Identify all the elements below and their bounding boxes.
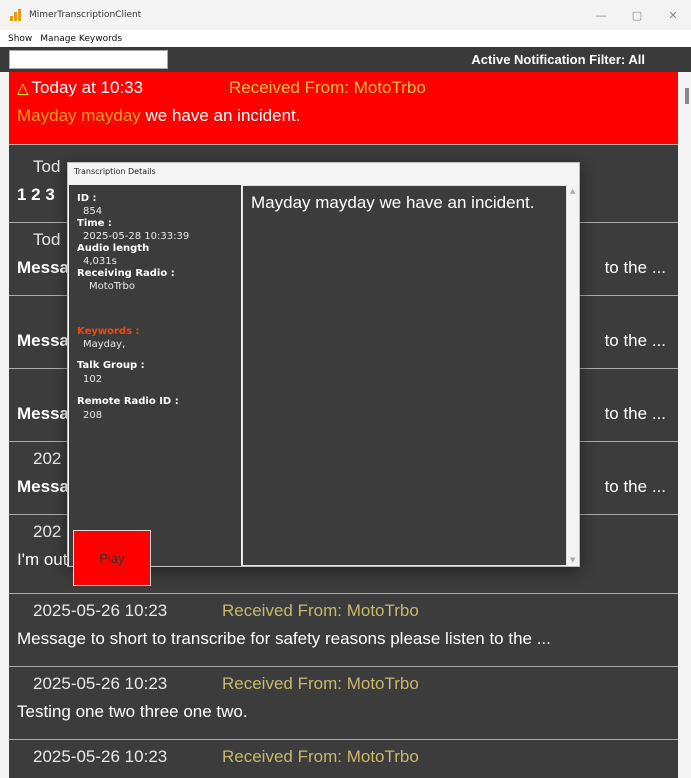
filter-bar: Active Notification Filter: All (0, 47, 691, 72)
item-message-end: to the ... (604, 331, 666, 350)
title-bar: MimerTranscriptionClient — ▢ ✕ (0, 0, 691, 30)
details-panel: ID : 854 Time : 2025-05-28 10:33:39 Audi… (69, 185, 241, 586)
scroll-up-icon[interactable]: ▲ (570, 187, 575, 195)
id-value: 854 (83, 206, 103, 217)
list-scrollbar-thumb[interactable] (685, 88, 689, 104)
warning-icon: △ (17, 80, 29, 97)
app-logo-icon (10, 9, 24, 21)
app-window: MimerTranscriptionClient — ▢ ✕ Show Mana… (0, 0, 691, 778)
menu-manage-keywords[interactable]: Manage Keywords (36, 34, 126, 44)
transcript-panel[interactable]: Mayday mayday we have an incident. (242, 185, 567, 566)
item-message: Messa (17, 477, 69, 496)
item-time: 202 (33, 522, 62, 541)
item-message-end: to the ... (604, 477, 666, 496)
item-message: I'm out. (17, 550, 73, 569)
item-message: 1 2 3 (17, 185, 55, 204)
list-item[interactable]: 2025-05-26 10:23 Received From: MotoTrbo… (9, 668, 678, 740)
list-scrollbar[interactable] (678, 72, 691, 778)
item-message: Messa (17, 404, 69, 423)
receiving-radio-value: MotoTrbo (89, 281, 136, 292)
list-item[interactable]: 2025-05-26 10:23 Received From: MotoTrbo (9, 741, 678, 778)
item-message: Testing one two three one two. (17, 702, 248, 721)
item-time: 202 (33, 449, 62, 468)
time-label: Time : (77, 218, 112, 229)
talk-group-value: 102 (83, 374, 103, 385)
remote-radio-id-label: Remote Radio ID : (77, 396, 179, 407)
transcript-scrollbar[interactable]: ▲ ▼ (568, 185, 579, 566)
item-time: Tod (33, 230, 61, 249)
window-controls: — ▢ ✕ (583, 0, 691, 30)
item-time: 2025-05-26 10:23 (33, 747, 168, 766)
item-from: Received From: MotoTrbo (222, 747, 419, 766)
transcription-details-dialog: Transcription Details ID : 854 Time : 20… (67, 162, 580, 586)
maximize-button[interactable]: ▢ (619, 0, 655, 30)
scroll-down-icon[interactable]: ▼ (570, 556, 575, 564)
item-message: Messa (17, 331, 69, 350)
item-time: 2025-05-26 10:23 (33, 674, 168, 693)
item-message: Mayday mayday we have an incident. (17, 106, 301, 125)
transcript-text: Mayday mayday we have an incident. (251, 193, 535, 212)
item-message-end: to the ... (604, 258, 666, 277)
menu-bar: Show Manage Keywords (0, 30, 691, 47)
talk-group-label: Talk Group : (77, 360, 145, 371)
item-time: Tod (33, 157, 61, 176)
item-message: Message to short to transcribe for safet… (17, 629, 551, 648)
search-input[interactable] (9, 50, 168, 69)
receiving-radio-label: Receiving Radio : (77, 268, 175, 279)
minimize-button[interactable]: — (583, 0, 619, 30)
window-title: MimerTranscriptionClient (29, 10, 142, 20)
play-button[interactable]: Play (73, 530, 151, 586)
keywords-label: Keywords : (77, 326, 140, 337)
item-time: △ Today at 10:33 (17, 78, 144, 97)
time-value: 2025-05-28 10:33:39 (83, 231, 190, 242)
dialog-title: Transcription Details (74, 167, 156, 176)
list-item[interactable]: △ Today at 10:33 Received From: MotoTrbo … (9, 72, 678, 145)
item-from: Received From: MotoTrbo (222, 674, 419, 693)
item-from: Received From: MotoTrbo (222, 601, 419, 620)
item-message-end: to the ... (604, 404, 666, 423)
remote-radio-id-value: 208 (83, 410, 103, 421)
list-item[interactable]: 2025-05-26 10:23 Received From: MotoTrbo… (9, 595, 678, 667)
menu-show[interactable]: Show (4, 34, 36, 44)
audio-length-label: Audio length (77, 243, 150, 254)
keyword-highlight: Mayday mayday (17, 106, 141, 125)
keywords-value: Mayday, (83, 339, 126, 350)
item-time: 2025-05-26 10:23 (33, 601, 168, 620)
id-label: ID : (77, 193, 97, 204)
active-filter-label: Active Notification Filter: All (471, 52, 645, 67)
audio-length-value: 4,031s (83, 256, 117, 267)
item-message: Messa (17, 258, 69, 277)
item-from: Received From: MotoTrbo (229, 78, 426, 97)
close-button[interactable]: ✕ (655, 0, 691, 30)
